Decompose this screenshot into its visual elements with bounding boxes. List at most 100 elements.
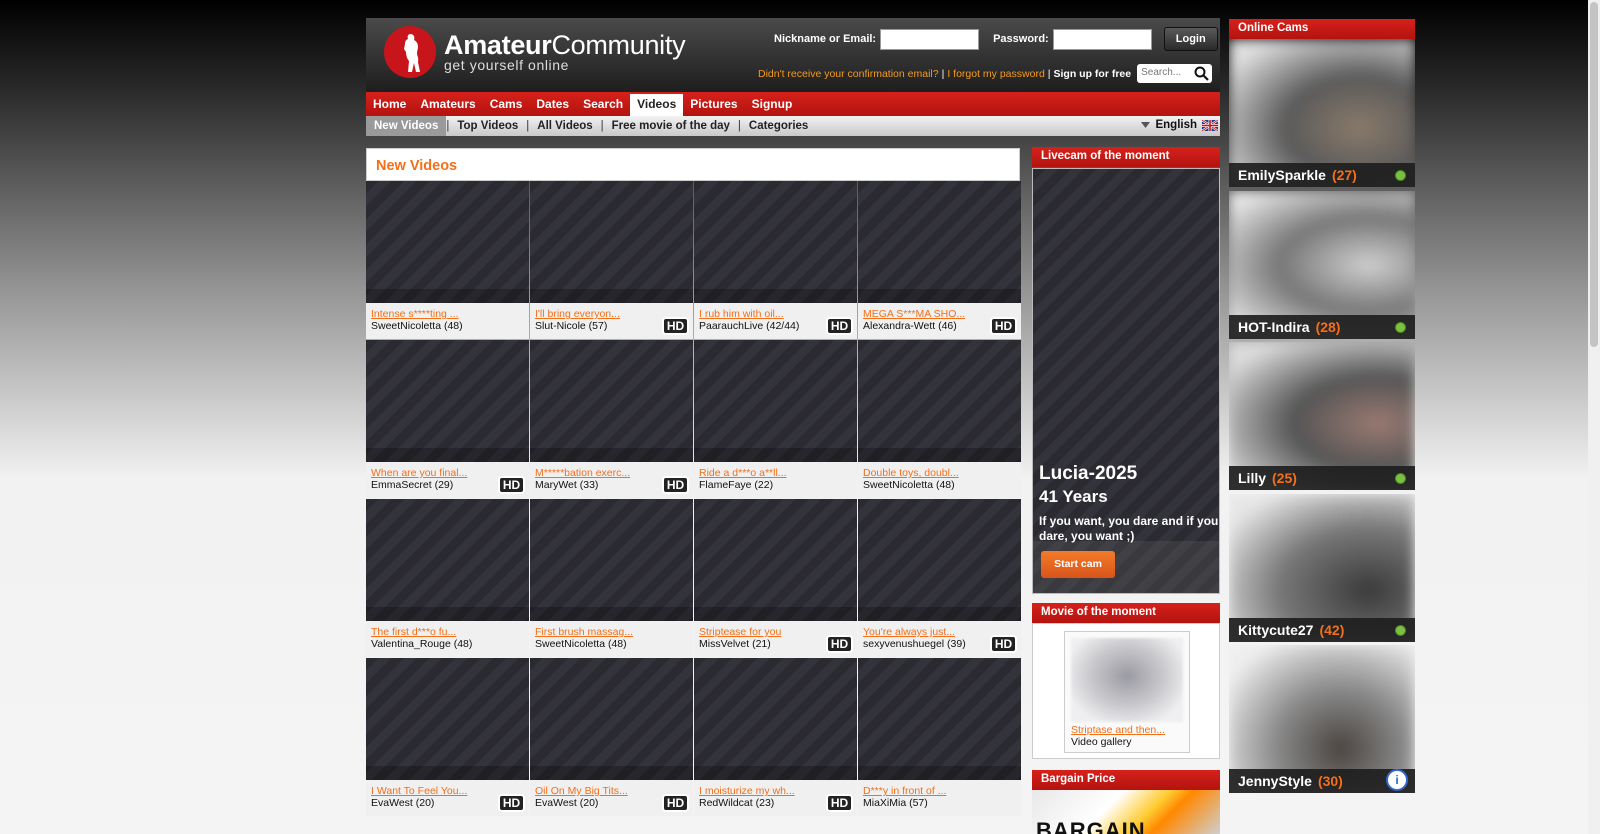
nav-item-pictures[interactable]: Pictures [683, 92, 744, 116]
nickname-input[interactable] [880, 28, 980, 50]
cam-name[interactable]: JennyStyle [1238, 773, 1312, 789]
cam-name[interactable]: Kittycute27 [1238, 622, 1313, 638]
video-card[interactable]: HD Striptease for you MissVelvet (21) [694, 499, 857, 657]
video-card[interactable]: Double toys, doubl... SweetNicoletta (48) [858, 340, 1021, 498]
video-title-link[interactable]: The first d***o fu... [371, 626, 456, 638]
video-uploader: SweetNicoletta (48) [863, 479, 955, 491]
cam-info-bar: Lilly (25) [1229, 466, 1415, 490]
video-card[interactable]: HD I'll bring everyon... Slut-Nicole (57) [530, 181, 693, 339]
movie-thumbnail[interactable] [1071, 638, 1183, 722]
video-uploader: SweetNicoletta (48) [371, 320, 463, 332]
password-input[interactable] [1052, 28, 1152, 50]
video-thumbnail[interactable] [530, 658, 693, 780]
video-thumbnail[interactable] [366, 340, 529, 462]
video-thumbnail[interactable] [694, 340, 857, 462]
separator: | [1047, 67, 1051, 80]
livecam-card[interactable]: Lucia-2025 41 Years If you want, you dar… [1032, 168, 1220, 594]
video-card[interactable]: Ride a d***o a**ll... FlameFaye (22) [694, 340, 857, 498]
cam-name[interactable]: HOT-Indira [1238, 319, 1310, 335]
video-title-link[interactable]: M*****bation exerc... [535, 467, 630, 479]
online-cam-card[interactable]: JennyStyle (30) i [1229, 645, 1415, 793]
video-card[interactable]: HD I rub him with oil... PaarauchLive (42/… [694, 181, 857, 339]
video-thumbnail[interactable] [530, 181, 693, 303]
video-title-link[interactable]: Ride a d***o a**ll... [699, 467, 787, 479]
video-thumbnail[interactable] [858, 340, 1021, 462]
nav-item-signup[interactable]: Signup [745, 92, 800, 116]
video-card[interactable]: First brush massag... SweetNicoletta (48) [530, 499, 693, 657]
video-title-link[interactable]: Double toys, doubl... [863, 467, 959, 479]
video-thumbnail[interactable] [694, 499, 857, 621]
online-cam-card[interactable]: Lilly (25) [1229, 342, 1415, 490]
subnav-top-videos[interactable]: Top Videos [449, 120, 526, 132]
language-selector[interactable]: English [1141, 119, 1218, 131]
video-thumbnail[interactable] [694, 181, 857, 303]
nav-item-amateurs[interactable]: Amateurs [413, 92, 482, 116]
video-title-link[interactable]: D***y in front of ... [863, 785, 946, 797]
nav-item-home[interactable]: Home [366, 92, 413, 116]
video-card[interactable]: Intense s****ting ... SweetNicoletta (48) [366, 181, 529, 339]
video-title-link[interactable]: MEGA S***MA SHO... [863, 308, 965, 320]
subnav-new-videos[interactable]: New Videos [366, 116, 447, 136]
video-card[interactable]: HD You're always just... sexyvenushuegel (… [858, 499, 1021, 657]
page-scrollbar[interactable] [1588, 0, 1600, 834]
video-card[interactable]: D***y in front of ... MiaXiMia (57) [858, 658, 1021, 816]
video-title-link[interactable]: I Want To Feel You... [371, 785, 467, 797]
video-card[interactable]: HD MEGA S***MA SHO... Alexandra-Wett (46) [858, 181, 1021, 339]
nav-item-search[interactable]: Search [576, 92, 630, 116]
subnav-free-movie[interactable]: Free movie of the day [604, 120, 738, 132]
cam-name[interactable]: Lilly [1238, 470, 1266, 486]
movie-subtitle: Video gallery [1071, 736, 1132, 748]
movie-title-link[interactable]: Striptase and then... [1071, 724, 1165, 736]
video-thumbnail[interactable] [366, 181, 529, 303]
online-cam-card[interactable]: Kittycute27 (42) [1229, 493, 1415, 642]
video-card[interactable]: HD Oil On My Big Tits... EvaWest (20) [530, 658, 693, 816]
online-cam-card[interactable]: HOT-Indira (28) [1229, 190, 1415, 339]
video-card[interactable]: HD M*****bation exerc... MaryWet (33) [530, 340, 693, 498]
video-thumbnail[interactable] [858, 181, 1021, 303]
movie-card[interactable]: Striptase and then... Video gallery [1064, 631, 1190, 753]
video-title-link[interactable]: When are you final... [371, 467, 467, 479]
video-thumbnail[interactable] [366, 658, 529, 780]
main-navigation: Home Amateurs Cams Dates Search Videos P… [366, 92, 1220, 116]
video-title-link[interactable]: I rub him with oil... [699, 308, 784, 320]
video-thumbnail[interactable] [858, 499, 1021, 621]
video-thumbnail[interactable] [858, 658, 1021, 780]
subnav-categories[interactable]: Categories [741, 120, 816, 132]
video-thumbnail[interactable] [694, 658, 857, 780]
search-icon[interactable] [1194, 66, 1209, 81]
video-card[interactable]: HD When are you final... EmmaSecret (29) [366, 340, 529, 498]
video-title-link[interactable]: Intense s****ting ... [371, 308, 459, 320]
video-title-link[interactable]: Oil On My Big Tits... [535, 785, 628, 797]
nav-item-dates[interactable]: Dates [529, 92, 576, 116]
sub-navigation: New Videos | Top Videos | All Videos | F… [366, 116, 1220, 136]
video-title-link[interactable]: I moisturize my wh... [699, 785, 795, 797]
login-button[interactable]: Login [1163, 27, 1218, 51]
bargain-banner[interactable]: BARGAIN PRICE [1032, 790, 1220, 834]
video-card[interactable]: HD I moisturize my wh... RedWildcat (23) [694, 658, 857, 816]
scrollbar-thumb[interactable] [1590, 2, 1598, 347]
search-input[interactable]: Search... [1137, 64, 1213, 83]
video-card[interactable]: HD I Want To Feel You... EvaWest (20) [366, 658, 529, 816]
page-title: New Videos [376, 158, 458, 174]
video-card[interactable]: The first d***o fu... Valentina_Rouge (48… [366, 499, 529, 657]
video-title-link[interactable]: Striptease for you [699, 626, 781, 638]
bargain-heading: Bargain Price [1032, 770, 1220, 790]
video-thumbnail[interactable] [530, 499, 693, 621]
video-thumbnail[interactable] [366, 499, 529, 621]
video-title-link[interactable]: You're always just... [863, 626, 955, 638]
nav-item-videos[interactable]: Videos [630, 94, 684, 116]
video-thumbnail[interactable] [530, 340, 693, 462]
start-cam-button[interactable]: Start cam [1041, 551, 1115, 578]
confirmation-email-link[interactable]: Didn't receive your confirmation email? [758, 68, 939, 80]
online-cam-card[interactable]: EmilySparkle (27) [1229, 39, 1415, 187]
cam-name[interactable]: EmilySparkle [1238, 167, 1326, 183]
nav-item-cams[interactable]: Cams [483, 92, 530, 116]
video-title-link[interactable]: I'll bring everyon... [535, 308, 620, 320]
hd-badge: HD [826, 794, 853, 812]
forgot-password-link[interactable]: I forgot my password [947, 68, 1044, 80]
signup-link[interactable]: Sign up for free [1054, 68, 1132, 80]
video-uploader: RedWildcat (23) [699, 797, 775, 809]
site-logo[interactable]: AmateurCommunity get yourself online [384, 26, 686, 78]
video-title-link[interactable]: First brush massag... [535, 626, 633, 638]
subnav-all-videos[interactable]: All Videos [529, 120, 600, 132]
